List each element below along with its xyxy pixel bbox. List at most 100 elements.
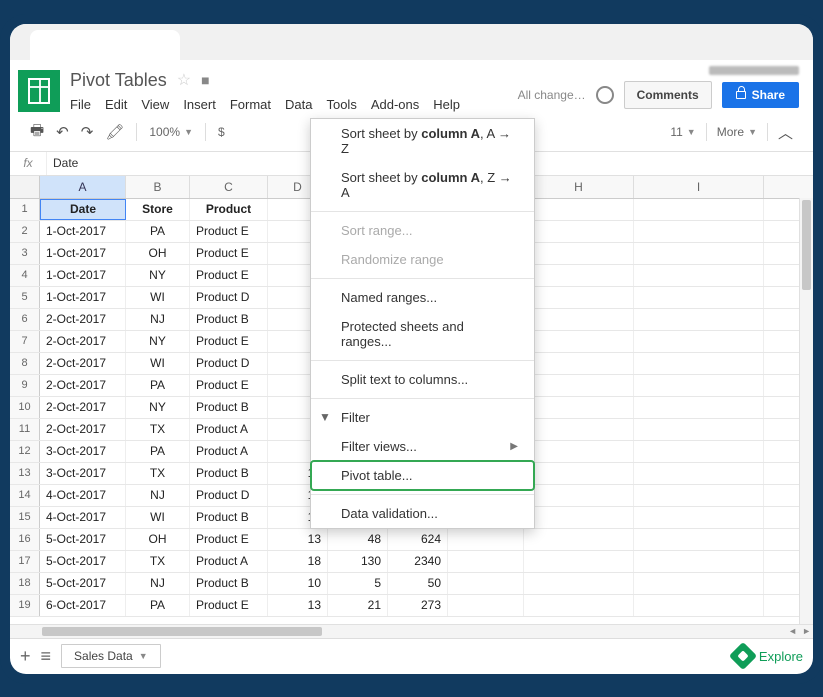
cell[interactable] bbox=[448, 595, 524, 616]
row-header[interactable]: 13 bbox=[10, 463, 40, 484]
menu-help[interactable]: Help bbox=[433, 97, 460, 112]
row-header[interactable]: 14 bbox=[10, 485, 40, 506]
all-sheets-icon[interactable]: ≡ bbox=[41, 646, 52, 667]
cell[interactable] bbox=[448, 529, 524, 550]
cell[interactable]: 2-Oct-2017 bbox=[40, 331, 126, 352]
cell[interactable]: Product A bbox=[190, 441, 268, 462]
menu-pivot-table[interactable]: Pivot table... bbox=[310, 460, 535, 491]
menu-data-validation[interactable]: Data validation... bbox=[311, 499, 534, 528]
cell[interactable] bbox=[524, 441, 634, 462]
cell[interactable]: Product E bbox=[190, 529, 268, 550]
cell[interactable] bbox=[524, 287, 634, 308]
cell[interactable] bbox=[524, 221, 634, 242]
cell[interactable]: 130 bbox=[328, 551, 388, 572]
more-tools[interactable]: More▼ bbox=[717, 125, 757, 139]
row-header[interactable]: 1 bbox=[10, 199, 40, 220]
cell[interactable]: 5 bbox=[328, 573, 388, 594]
cell[interactable] bbox=[634, 353, 764, 374]
scroll-arrows[interactable]: ◄ ► bbox=[788, 625, 811, 638]
cell[interactable] bbox=[524, 551, 634, 572]
cell[interactable]: WI bbox=[126, 507, 190, 528]
cell[interactable]: OH bbox=[126, 243, 190, 264]
menu-edit[interactable]: Edit bbox=[105, 97, 127, 112]
cell[interactable] bbox=[634, 529, 764, 550]
cell[interactable]: TX bbox=[126, 551, 190, 572]
cell[interactable] bbox=[524, 463, 634, 484]
row-header[interactable]: 15 bbox=[10, 507, 40, 528]
cell[interactable]: WI bbox=[126, 353, 190, 374]
cell[interactable]: Product B bbox=[190, 463, 268, 484]
row-header[interactable]: 3 bbox=[10, 243, 40, 264]
menu-split-text[interactable]: Split text to columns... bbox=[311, 365, 534, 394]
row-header[interactable]: 12 bbox=[10, 441, 40, 462]
cell[interactable]: 50 bbox=[388, 573, 448, 594]
cell[interactable]: 2340 bbox=[388, 551, 448, 572]
cell[interactable]: 48 bbox=[328, 529, 388, 550]
document-title[interactable]: Pivot Tables bbox=[70, 70, 167, 91]
menu-addons[interactable]: Add-ons bbox=[371, 97, 419, 112]
menu-filter[interactable]: ▼ Filter bbox=[311, 403, 534, 432]
horizontal-scrollbar[interactable]: ◄ ► bbox=[10, 624, 813, 638]
cell[interactable] bbox=[524, 507, 634, 528]
cell[interactable] bbox=[524, 199, 634, 220]
cell[interactable]: 13 bbox=[268, 529, 328, 550]
zoom-select[interactable]: 100%▼ bbox=[149, 125, 193, 139]
cell[interactable] bbox=[524, 419, 634, 440]
cell[interactable] bbox=[634, 309, 764, 330]
cell[interactable]: Product D bbox=[190, 287, 268, 308]
menu-view[interactable]: View bbox=[141, 97, 169, 112]
cell[interactable]: 13 bbox=[268, 595, 328, 616]
cell[interactable]: 10 bbox=[268, 573, 328, 594]
cell[interactable]: TX bbox=[126, 419, 190, 440]
cell[interactable] bbox=[524, 265, 634, 286]
cell[interactable] bbox=[634, 551, 764, 572]
star-icon[interactable]: ☆ bbox=[177, 70, 191, 90]
cell[interactable]: Product B bbox=[190, 397, 268, 418]
cell[interactable]: 5-Oct-2017 bbox=[40, 573, 126, 594]
menu-sort-sheet-az[interactable]: Sort sheet by column A, A → Z bbox=[311, 119, 534, 163]
row-header[interactable]: 17 bbox=[10, 551, 40, 572]
cell[interactable] bbox=[634, 573, 764, 594]
cell[interactable]: 5-Oct-2017 bbox=[40, 529, 126, 550]
col-header-B[interactable]: B bbox=[126, 176, 190, 198]
row-header[interactable]: 11 bbox=[10, 419, 40, 440]
cell[interactable]: 18 bbox=[268, 551, 328, 572]
cell[interactable] bbox=[524, 375, 634, 396]
cell[interactable] bbox=[634, 221, 764, 242]
redo-icon[interactable]: ↷ bbox=[81, 123, 94, 141]
col-header-I[interactable]: I bbox=[634, 176, 764, 198]
col-header-H[interactable]: H bbox=[524, 176, 634, 198]
cell[interactable]: Product E bbox=[190, 595, 268, 616]
cell[interactable] bbox=[524, 243, 634, 264]
paint-format-icon[interactable]: 🖍 bbox=[105, 123, 124, 141]
cell[interactable]: TX bbox=[126, 463, 190, 484]
menu-format[interactable]: Format bbox=[230, 97, 271, 112]
cell[interactable]: 2-Oct-2017 bbox=[40, 353, 126, 374]
row-header[interactable]: 2 bbox=[10, 221, 40, 242]
cell[interactable]: 2-Oct-2017 bbox=[40, 375, 126, 396]
cell[interactable]: NJ bbox=[126, 485, 190, 506]
cell[interactable] bbox=[634, 463, 764, 484]
explore-button[interactable]: Explore bbox=[733, 646, 803, 666]
cell[interactable]: NY bbox=[126, 265, 190, 286]
font-size-select[interactable]: 11▼ bbox=[670, 125, 695, 139]
row-header[interactable]: 16 bbox=[10, 529, 40, 550]
cell[interactable] bbox=[448, 551, 524, 572]
col-header-C[interactable]: C bbox=[190, 176, 268, 198]
add-sheet-icon[interactable]: + bbox=[20, 646, 31, 667]
cell[interactable] bbox=[524, 331, 634, 352]
cell[interactable]: 2-Oct-2017 bbox=[40, 397, 126, 418]
cell[interactable]: Product bbox=[190, 199, 268, 220]
menu-filter-views[interactable]: Filter views...▶ bbox=[311, 432, 534, 461]
cell[interactable]: PA bbox=[126, 441, 190, 462]
sheet-tab-sales-data[interactable]: Sales Data ▼ bbox=[61, 644, 161, 668]
cell[interactable] bbox=[634, 287, 764, 308]
menu-tools[interactable]: Tools bbox=[326, 97, 356, 112]
cell[interactable]: 4-Oct-2017 bbox=[40, 485, 126, 506]
menu-named-ranges[interactable]: Named ranges... bbox=[311, 283, 534, 312]
comments-button[interactable]: Comments bbox=[624, 81, 712, 109]
cell[interactable]: 4-Oct-2017 bbox=[40, 507, 126, 528]
currency-format[interactable]: $ bbox=[218, 125, 225, 139]
cell[interactable]: Product B bbox=[190, 309, 268, 330]
cell[interactable] bbox=[634, 595, 764, 616]
